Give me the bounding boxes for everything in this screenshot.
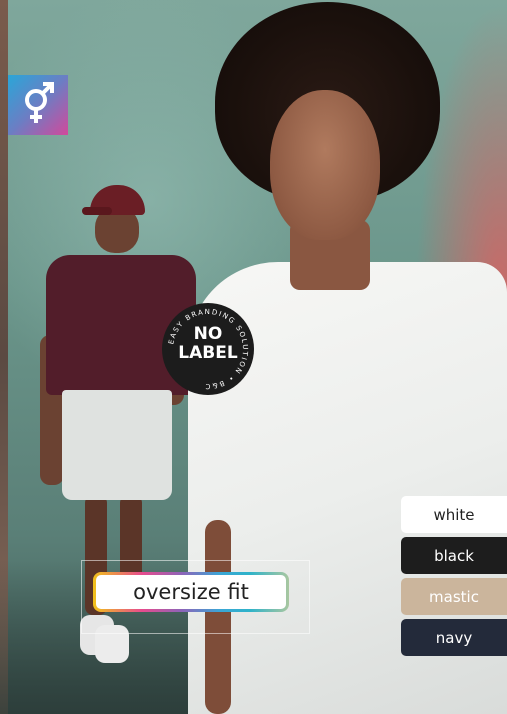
- no-label-stamp: EASY BRANDING SOLUTION • B&C NO LABEL: [162, 303, 254, 395]
- stamp-line-1: NO: [193, 324, 223, 344]
- unisex-badge: [8, 75, 68, 135]
- male-female-symbol-icon: [18, 80, 58, 131]
- color-swatch-black[interactable]: black: [401, 537, 507, 574]
- color-swatch-mastic[interactable]: mastic: [401, 578, 507, 615]
- color-swatch-white[interactable]: white: [401, 496, 507, 533]
- white-shorts: [62, 390, 172, 500]
- stamp-line-2: LABEL: [178, 343, 238, 363]
- model-face: [270, 90, 380, 240]
- fit-label-text: oversize fit: [96, 575, 286, 609]
- color-swatch-navy[interactable]: navy: [401, 619, 507, 656]
- fit-label-pill: oversize fit: [93, 572, 289, 612]
- color-swatches: white black mastic navy: [401, 496, 507, 660]
